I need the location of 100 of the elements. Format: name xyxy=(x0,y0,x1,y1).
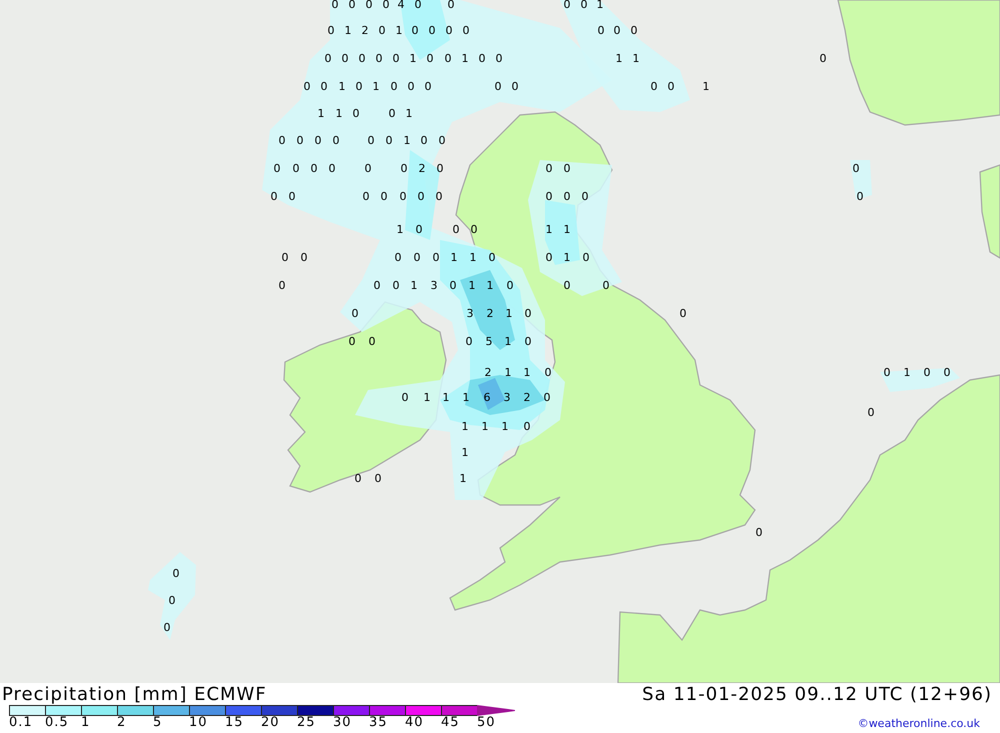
precipitation-value: 2 xyxy=(362,24,368,37)
precipitation-value: 0 xyxy=(424,80,432,93)
precipitation-value: 0 xyxy=(392,279,400,292)
scale-label: 0.1 xyxy=(9,716,33,730)
precipitation-value: 1 xyxy=(524,366,530,379)
precipitation-value: 0 xyxy=(380,190,388,203)
precipitation-value: 0 xyxy=(382,0,390,11)
precipitation-value: 0 xyxy=(512,80,518,93)
precipitation-value: 0 xyxy=(278,134,286,147)
precipitation-value: 1 xyxy=(410,52,416,65)
precipitation-value: 0 xyxy=(426,52,434,65)
precipitation-value: 1 xyxy=(504,335,512,348)
precipitation-value: 0 xyxy=(348,335,356,348)
valid-time: Sa 11-01-2025 09..12 UTC (12+96) xyxy=(642,684,992,704)
scale-label: 35 xyxy=(369,716,388,730)
precipitation-value: 1 xyxy=(468,279,476,292)
precipitation-value: 1 xyxy=(396,24,402,37)
precipitation-value: 2 xyxy=(418,162,426,175)
precipitation-value: 0 xyxy=(884,366,890,379)
precipitation-value: 0 xyxy=(328,162,336,175)
precipitation-value: 0 xyxy=(278,279,286,292)
precipitation-value: 0 xyxy=(320,80,328,93)
precipitation-value: 0 xyxy=(820,52,826,65)
precipitation-value: 1 xyxy=(336,107,342,120)
precipitation-value: 1 xyxy=(904,366,910,379)
precipitation-value: 0 xyxy=(580,0,588,11)
precipitation-value: 3 xyxy=(430,279,438,292)
precipitation-value: 0 xyxy=(310,162,318,175)
precipitation-value: 0 xyxy=(378,24,386,37)
precipitation-value: 2 xyxy=(484,366,492,379)
precipitation-value: 0 xyxy=(544,391,550,404)
precipitation-value: 0 xyxy=(420,134,428,147)
precipitation-value: 0 xyxy=(348,0,356,11)
precipitation-value: 0 xyxy=(852,162,860,175)
precipitation-value: 0 xyxy=(354,472,362,485)
precipitation-value: 0 xyxy=(390,80,398,93)
precipitation-value: 1 xyxy=(596,0,604,11)
precipitation-value: 0 xyxy=(470,223,478,236)
precipitation-value: 0 xyxy=(582,251,590,264)
precipitation-value: 1 xyxy=(462,391,470,404)
precipitation-value: 1 xyxy=(450,251,458,264)
precipitation-value: 1 xyxy=(460,472,466,485)
precipitation-value: 0 xyxy=(332,0,338,11)
precipitation-value: 0 xyxy=(494,80,502,93)
precipitation-value: 1 xyxy=(462,446,468,459)
precipitation-value: 1 xyxy=(424,391,430,404)
precipitation-value: 0 xyxy=(450,279,456,292)
scale-label: 15 xyxy=(225,716,244,730)
precipitation-value: 0 xyxy=(402,391,408,404)
precipitation-value: 0 xyxy=(546,190,552,203)
precipitation-value: 0 xyxy=(304,80,310,93)
precipitation-value: 5 xyxy=(486,335,492,348)
precipitation-value: 0 xyxy=(544,366,552,379)
precipitation-value: 0 xyxy=(602,279,610,292)
precipitation-value: 1 xyxy=(442,391,450,404)
precipitation-value: 0 xyxy=(332,134,340,147)
precipitation-value: 1 xyxy=(462,420,468,433)
precipitation-value: 0 xyxy=(394,251,402,264)
precipitation-value: 0 xyxy=(756,526,762,539)
precipitation-value: 0 xyxy=(868,406,874,419)
precipitation-value: 0 xyxy=(288,190,296,203)
precipitation-value: 1 xyxy=(470,251,476,264)
precipitation-value: 2 xyxy=(524,391,530,404)
precipitation-value: 0 xyxy=(546,251,552,264)
precipitation-value: 0 xyxy=(300,251,308,264)
precipitation-value: 0 xyxy=(438,134,446,147)
precipitation-value: 0 xyxy=(466,335,472,348)
precipitation-value: 0 xyxy=(374,279,380,292)
precipitation-value: 0 xyxy=(650,80,658,93)
precipitation-value: 0 xyxy=(314,134,322,147)
precipitation-value: 0 xyxy=(452,223,460,236)
precipitation-value: 0 xyxy=(296,134,304,147)
precipitation-value: 0 xyxy=(668,80,674,93)
precipitation-value: 0 xyxy=(418,190,424,203)
precipitation-value: 0 xyxy=(444,52,452,65)
scale-label: 5 xyxy=(153,716,162,730)
precipitation-value: 0 xyxy=(462,24,470,37)
map-title: Precipitation [mm] ECMWF xyxy=(2,684,267,704)
precipitation-value: 0 xyxy=(598,24,604,37)
precipitation-value: 0 xyxy=(414,0,422,11)
precipitation-value: 0 xyxy=(524,307,532,320)
precipitation-value: 1 xyxy=(404,134,410,147)
precipitation-value: 0 xyxy=(524,335,532,348)
precipitation-value: 0 xyxy=(388,107,396,120)
credit-link[interactable]: ©weatheronline.co.uk xyxy=(858,717,980,730)
precipitation-area xyxy=(545,200,580,265)
precipitation-value: 4 xyxy=(398,0,404,11)
precipitation-value: 0 xyxy=(564,190,570,203)
scale-label: 30 xyxy=(333,716,352,730)
precipitation-value: 0 xyxy=(412,24,418,37)
precipitation-value: 0 xyxy=(374,472,382,485)
precipitation-value: 0 xyxy=(282,251,288,264)
precipitation-value: 0 xyxy=(368,134,374,147)
precipitation-value: 0 xyxy=(342,52,348,65)
precipitation-value: 0 xyxy=(488,251,496,264)
precipitation-value: 0 xyxy=(524,420,530,433)
precipitation-value: 0 xyxy=(564,0,570,11)
precipitation-value: 1 xyxy=(406,107,412,120)
precipitation-area xyxy=(478,378,505,410)
precipitation-value: 0 xyxy=(436,162,444,175)
